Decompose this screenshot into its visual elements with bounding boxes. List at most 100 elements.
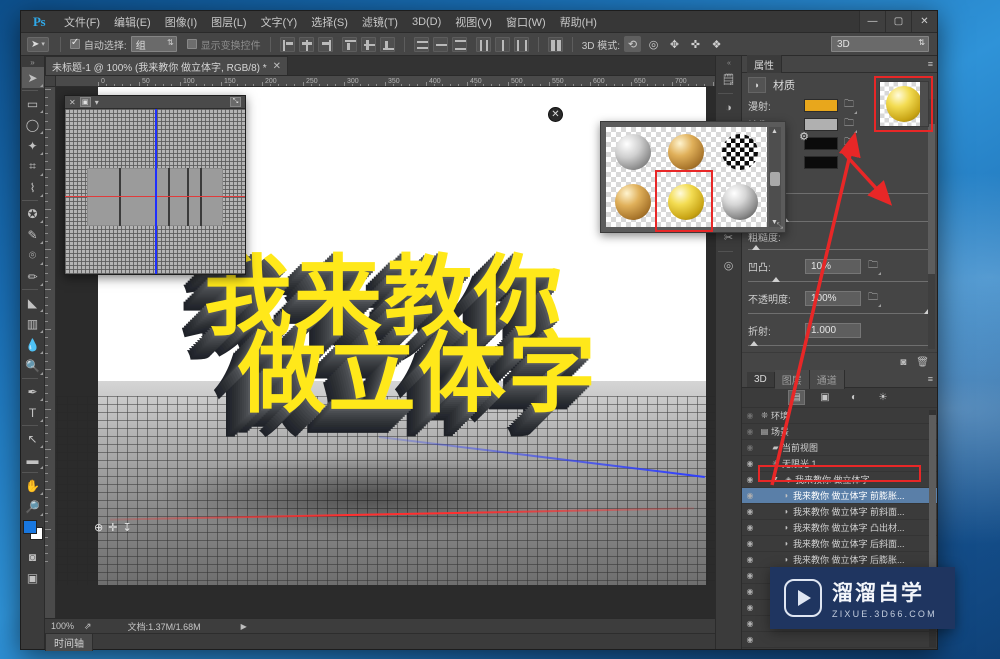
delete-material-icon[interactable]: 🗑 — [916, 357, 929, 368]
texture-folder-icon[interactable]: 🗀 — [868, 290, 881, 307]
visibility-eye-icon[interactable]: ◉ — [742, 507, 758, 516]
tab-3D[interactable]: 3D — [747, 371, 775, 387]
material-value-input[interactable]: 10% — [805, 258, 861, 274]
auto-align-layers-icon[interactable] — [547, 36, 563, 52]
material-picker-scrollbar[interactable]: ▲ ▼ — [769, 127, 781, 227]
3d-list-item[interactable]: ◉ ◗ 我来教你 做立体字 凸出材... — [742, 520, 937, 536]
lasso-tool[interactable]: ◯ — [22, 114, 44, 135]
secondary-3d-view-window[interactable]: ✕ ▣ ▾ ⤡ — [64, 95, 246, 275]
brush-tool[interactable]: ✎ — [22, 224, 44, 245]
align-left-edges-icon[interactable] — [279, 36, 295, 52]
3d-list-item[interactable]: ◉ ▼ ◈ 我来教你 做立体字 — [742, 472, 937, 488]
align-bottom-edges-icon[interactable] — [379, 36, 395, 52]
secondary-view-titlebar[interactable]: ✕ ▣ ▾ ⤡ — [65, 96, 245, 109]
distribute-top-icon[interactable] — [413, 36, 429, 52]
filter-meshes-icon[interactable]: ▣ — [817, 390, 834, 405]
properties-panel-menu-icon[interactable]: ≡ — [928, 59, 933, 69]
material-picker-popup[interactable]: ▲ ▼ ⚙ ⤡ — [600, 121, 809, 233]
visibility-eye-icon[interactable]: ◉ — [742, 571, 758, 580]
close-document-icon[interactable]: ✕ — [273, 61, 281, 72]
menu-9[interactable]: 视图(V) — [448, 11, 499, 33]
material-color-swatch[interactable] — [804, 118, 838, 131]
document-tab[interactable]: 未标题-1 @ 100% (我来教你 做立体字, RGB/8) * ✕ — [45, 56, 289, 75]
distribute-left-icon[interactable] — [475, 36, 491, 52]
material-slider-knob[interactable] — [771, 277, 780, 282]
visibility-eye-icon[interactable]: ◉ — [742, 427, 758, 436]
visibility-eye-icon[interactable]: ◉ — [742, 459, 758, 468]
zoom-level[interactable]: 100% — [51, 621, 74, 631]
pen-tool[interactable]: ✒ — [22, 381, 44, 402]
scroll-up-icon[interactable]: ▲ — [771, 128, 778, 135]
3d-list-item[interactable]: ◉ ◗ 我来教你 做立体字 前斜面... — [742, 504, 937, 520]
tab-properties[interactable]: 属性 — [747, 54, 782, 74]
distribute-horizontal-centers-icon[interactable] — [494, 36, 510, 52]
menu-8[interactable]: 3D(D) — [405, 13, 448, 31]
distribute-bottom-icon[interactable] — [451, 36, 467, 52]
shape-tool[interactable]: ▬ — [22, 449, 44, 470]
material-preview-swatch[interactable] — [879, 81, 929, 127]
checker-sphere-icon[interactable] — [722, 134, 759, 170]
secondary-view-options-icon[interactable]: ▣ — [79, 97, 91, 107]
material-slider-knob[interactable] — [749, 341, 758, 346]
move-tool[interactable]: ➤ — [21, 67, 44, 88]
marquee-tool[interactable]: ▭ — [22, 93, 44, 114]
hand-tool[interactable]: ✋ — [22, 475, 44, 496]
secondary-view-menu-icon[interactable]: ▾ — [95, 98, 99, 107]
blur-tool[interactable]: 💧 — [22, 334, 44, 355]
tab-图层[interactable]: 图层 — [774, 369, 810, 389]
material-color-swatch[interactable] — [804, 137, 838, 150]
3d-axis-widget[interactable]: ⊕ ✛ ↧ — [94, 521, 133, 534]
visibility-eye-icon[interactable]: ◉ — [742, 635, 758, 644]
distribute-vertical-centers-icon[interactable] — [432, 36, 448, 52]
roll-3d-icon[interactable]: ◎ — [645, 36, 662, 52]
spot-heal-tool[interactable]: ✪ — [22, 203, 44, 224]
clone-stamp-tool[interactable]: ⌾ — [22, 245, 44, 266]
canvas-overlay-close-icon[interactable]: ✕ — [548, 107, 563, 122]
align-horizontal-centers-icon[interactable] — [298, 36, 314, 52]
history-panel-icon[interactable]: 🗒 — [718, 69, 740, 90]
menu-10[interactable]: 窗口(W) — [499, 11, 553, 33]
scale-3d-icon[interactable]: ❖ — [708, 36, 725, 52]
visibility-eye-icon[interactable]: ◉ — [742, 411, 758, 420]
3d-panel-menu-icon[interactable]: ≡ — [928, 374, 933, 384]
visibility-eye-icon[interactable]: ◉ — [742, 555, 758, 564]
minimize-button[interactable]: — — [859, 11, 885, 32]
tab-timeline[interactable]: 时间轴 — [45, 632, 93, 651]
3d-list-item[interactable]: ◉ ◗ 我来教你 做立体字 后膨胀... — [742, 552, 937, 568]
secondary-view-close-icon[interactable]: ✕ — [69, 98, 76, 107]
visibility-eye-icon[interactable]: ◉ — [742, 603, 758, 612]
visibility-eye-icon[interactable]: ◉ — [742, 587, 758, 596]
material-slider-track[interactable] — [748, 277, 931, 282]
3d-list-item[interactable]: ◉ ◗ 我来教你 做立体字 后斜面... — [742, 536, 937, 552]
visibility-eye-icon[interactable]: ◉ — [742, 523, 758, 532]
visibility-eye-icon[interactable]: ◉ — [742, 619, 758, 628]
filter-all-icon[interactable]: ▤ — [787, 390, 805, 405]
3d-list-item[interactable]: ◉ — [742, 632, 937, 648]
material-swatch-cell[interactable] — [713, 127, 767, 177]
secondary-view-resize-icon[interactable]: ⤡ — [230, 97, 241, 107]
secondary-view-canvas[interactable] — [65, 109, 245, 274]
filter-lights-icon[interactable]: ☀ — [875, 390, 892, 405]
eraser-tool[interactable]: ◣ — [22, 292, 44, 313]
distribute-right-icon[interactable] — [513, 36, 529, 52]
material-swatch-cell[interactable] — [606, 177, 660, 227]
menu-3[interactable]: 图像(I) — [158, 11, 204, 33]
close-button[interactable]: ✕ — [911, 11, 937, 32]
expand-triangle-icon[interactable]: ▼ — [769, 476, 782, 483]
align-right-edges-icon[interactable] — [317, 36, 333, 52]
menu-1[interactable]: 文件(F) — [57, 11, 107, 33]
share-icon[interactable]: ⇗ — [84, 621, 92, 632]
material-slider-track[interactable] — [748, 245, 931, 250]
yellow-gold-sphere-icon[interactable] — [668, 184, 705, 220]
gold-sphere-icon[interactable] — [668, 134, 705, 170]
3d-list-item[interactable]: ◉ — [742, 648, 937, 649]
material-color-swatch[interactable] — [804, 156, 838, 169]
move-tool-icon[interactable]: ➤ ▾ — [27, 36, 49, 52]
material-slider-track[interactable] — [748, 341, 931, 346]
menu-4[interactable]: 图层(L) — [204, 11, 253, 33]
drag-3d-icon[interactable]: ✥ — [666, 36, 683, 52]
align-top-edges-icon[interactable] — [341, 36, 357, 52]
menu-7[interactable]: 滤镜(T) — [355, 11, 405, 33]
horizontal-ruler[interactable]: 0 50 100 150 200 250 300 350 400 450 500 550 600 650 7… — [45, 76, 715, 87]
material-swatch-cell[interactable] — [660, 177, 714, 227]
